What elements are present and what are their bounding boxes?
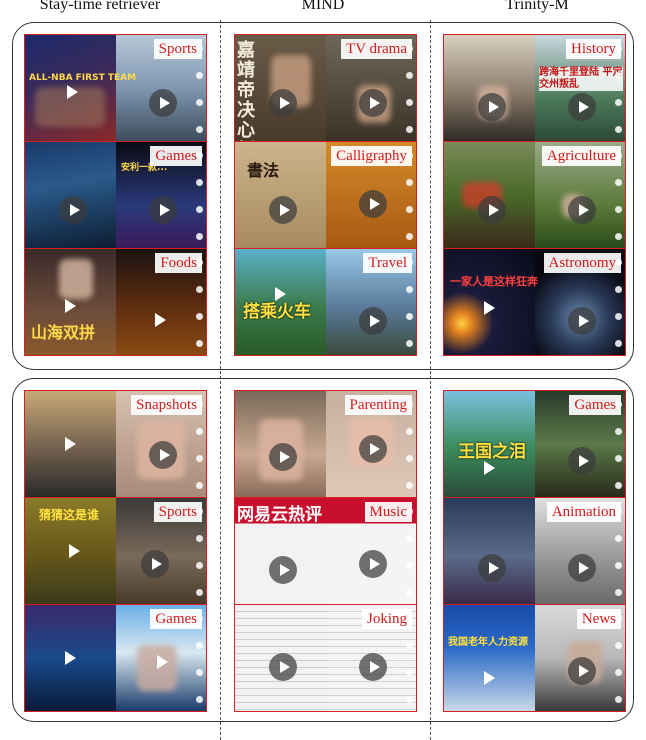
category-tag: Astronomy bbox=[543, 253, 621, 273]
video-panel-travel[interactable]: 搭乘火车 Travel bbox=[234, 248, 417, 356]
category-tag: Foods bbox=[155, 253, 202, 273]
category-tag: TV drama bbox=[341, 39, 412, 59]
category-tag: Joking bbox=[361, 609, 412, 629]
calligraphy-glyphs: 書法 bbox=[247, 161, 280, 180]
play-icon[interactable] bbox=[149, 441, 177, 469]
overlay-caption: 跨海千里登陆 平定交州叛乱 bbox=[539, 67, 623, 91]
play-icon[interactable] bbox=[568, 196, 596, 224]
category-tag: Snapshots bbox=[131, 395, 202, 415]
category-tag: Sports bbox=[153, 39, 202, 59]
category-tag: Calligraphy bbox=[331, 146, 412, 166]
play-icon[interactable] bbox=[269, 89, 297, 117]
play-icon[interactable] bbox=[568, 307, 596, 335]
play-icon[interactable] bbox=[59, 196, 87, 224]
play-icon[interactable] bbox=[141, 550, 169, 578]
video-panel-games[interactable]: 安利一款... Games bbox=[24, 141, 207, 249]
video-panel-agriculture[interactable]: Agriculture bbox=[443, 141, 626, 249]
video-panel-games-2[interactable]: 王国之泪 Games bbox=[443, 390, 626, 498]
overlay-caption: 网易云热评 bbox=[237, 505, 322, 525]
overlay-caption: ALL-NBA FIRST TEAM bbox=[29, 73, 137, 83]
category-tag: Parenting bbox=[344, 395, 412, 415]
video-panel-calligraphy[interactable]: 書法 Calligraphy bbox=[234, 141, 417, 249]
play-icon[interactable] bbox=[359, 307, 387, 335]
overlay-caption: 王国之泪 bbox=[458, 442, 526, 462]
category-tag: Games bbox=[569, 395, 621, 415]
category-tag: Travel bbox=[363, 253, 412, 273]
play-icon[interactable] bbox=[568, 554, 596, 582]
category-tag: Games bbox=[150, 146, 202, 166]
video-panel-foods[interactable]: 山海双拼 Foods bbox=[24, 248, 207, 356]
video-panel-parenting[interactable]: Parenting bbox=[234, 390, 417, 498]
play-icon[interactable] bbox=[269, 653, 297, 681]
column-title-trinity-m: Trinity-M bbox=[505, 0, 569, 13]
overlay-caption: 我国老年人力资源 bbox=[448, 637, 528, 648]
play-icon[interactable] bbox=[478, 196, 506, 224]
overlay-caption: 一家人是这样狂奔 bbox=[450, 275, 538, 288]
video-panel-games-3[interactable]: Games bbox=[24, 604, 207, 712]
video-panel-tv-drama[interactable]: 嘉靖帝决心倒 TV drama bbox=[234, 34, 417, 142]
play-icon[interactable] bbox=[149, 196, 177, 224]
play-icon[interactable] bbox=[478, 93, 506, 121]
play-icon[interactable] bbox=[359, 89, 387, 117]
video-panel-news[interactable]: 我国老年人力资源 News bbox=[443, 604, 626, 712]
category-tag: Music bbox=[364, 502, 412, 522]
category-tag: Sports bbox=[153, 502, 202, 522]
column-title-stay-time-retriever: Stay-time retriever bbox=[39, 0, 161, 13]
video-panel-music[interactable]: 网易云热评 Music bbox=[234, 497, 417, 605]
play-icon[interactable] bbox=[359, 550, 387, 578]
video-panel-snapshots[interactable]: Snapshots bbox=[24, 390, 207, 498]
category-tag: Games bbox=[150, 609, 202, 629]
play-icon[interactable] bbox=[359, 435, 387, 463]
video-panel-astronomy[interactable]: 一家人是这样狂奔 Astronomy bbox=[443, 248, 626, 356]
play-icon[interactable] bbox=[269, 443, 297, 471]
play-icon[interactable] bbox=[568, 447, 596, 475]
video-panel-sports-2[interactable]: 猜猜这是谁 Sports bbox=[24, 497, 207, 605]
play-icon[interactable] bbox=[149, 89, 177, 117]
overlay-caption: 山海双拼 bbox=[31, 323, 96, 342]
video-panel-animation[interactable]: Animation bbox=[443, 497, 626, 605]
overlay-caption: 嘉靖帝决心倒 bbox=[237, 40, 255, 142]
column-title-mind: MIND bbox=[301, 0, 345, 13]
category-tag: History bbox=[566, 39, 621, 59]
play-icon[interactable] bbox=[478, 554, 506, 582]
video-panel-sports[interactable]: ALL-NBA FIRST TEAM Sports bbox=[24, 34, 207, 142]
category-tag: Animation bbox=[546, 502, 621, 522]
play-icon[interactable] bbox=[269, 556, 297, 584]
play-icon[interactable] bbox=[568, 657, 596, 685]
category-tag: Agriculture bbox=[541, 146, 621, 166]
overlay-caption: 猜猜这是谁 bbox=[39, 508, 100, 522]
play-icon[interactable] bbox=[269, 196, 297, 224]
video-panel-history[interactable]: 跨海千里登陆 平定交州叛乱 History bbox=[443, 34, 626, 142]
category-tag: News bbox=[576, 609, 621, 629]
play-icon[interactable] bbox=[568, 93, 596, 121]
video-panel-joking[interactable]: Joking bbox=[234, 604, 417, 712]
play-icon[interactable] bbox=[359, 653, 387, 681]
play-icon[interactable] bbox=[359, 190, 387, 218]
